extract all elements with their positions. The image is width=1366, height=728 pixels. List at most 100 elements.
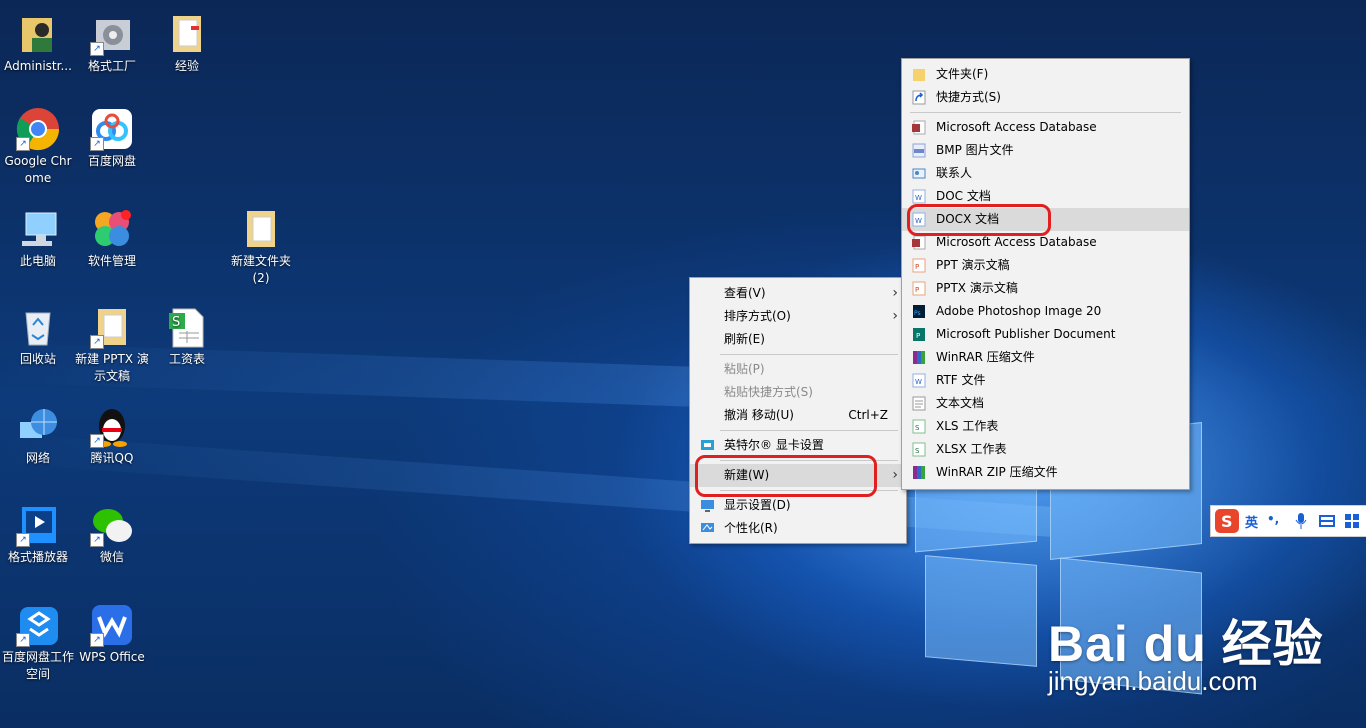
desktop-icon-baidu-netdisk[interactable]: ↗ 百度网盘	[75, 107, 149, 170]
submenu-item-access-database-2[interactable]: Microsoft Access Database	[902, 231, 1189, 254]
menu-item-view[interactable]: 查看(V) ›	[690, 282, 906, 305]
intel-graphics-icon	[701, 440, 714, 450]
desktop-icon-jingyan-folder[interactable]: 经验	[150, 12, 224, 75]
keyboard-icon[interactable]	[1319, 515, 1335, 527]
desktop-icon-format-factory[interactable]: ↗ 格式工厂	[75, 12, 149, 75]
wallpaper-logo-pane	[925, 555, 1037, 667]
chevron-right-icon: ›	[892, 285, 898, 301]
rtf-file-icon: W	[912, 373, 926, 388]
submenu-item-text[interactable]: 文本文档	[902, 392, 1189, 415]
new-submenu: 文件夹(F) 快捷方式(S) Microsoft Access Database…	[901, 58, 1190, 490]
network-globe-icon	[16, 404, 60, 448]
shortcut-arrow-icon: ↗	[16, 533, 30, 547]
pptx-file-icon: P	[912, 281, 926, 296]
winrar-zip-file-icon	[913, 466, 925, 479]
desktop-icon-wechat[interactable]: ↗ 微信	[75, 503, 149, 566]
svg-text:S: S	[915, 447, 920, 455]
desktop-icon-new-pptx[interactable]: ↗ 新建 PPTX 演示文稿	[75, 305, 149, 385]
menu-item-intel-graphics[interactable]: 英特尔® 显卡设置	[690, 434, 906, 457]
ime-language[interactable]: 英	[1245, 512, 1258, 531]
bmp-file-icon	[912, 143, 926, 158]
desktop-icon-new-folder-2[interactable]: 新建文件夹 (2)	[224, 207, 298, 287]
menu-item-refresh[interactable]: 刷新(E)	[690, 328, 906, 351]
svg-text:P: P	[916, 332, 920, 340]
qq-penguin-icon: ↗	[90, 404, 134, 448]
desktop-icon-format-player[interactable]: ↗ 格式播放器	[1, 503, 75, 566]
submenu-item-xlsx[interactable]: S XLSX 工作表	[902, 438, 1189, 461]
doc-file-icon: W	[912, 189, 926, 204]
desktop-context-menu: 查看(V) › 排序方式(O) › 刷新(E) 粘贴(P) 粘贴快捷方式(S) 撤消…	[689, 277, 907, 544]
desktop-icon-tencent-qq[interactable]: ↗ 腾讯QQ	[75, 404, 149, 467]
text-file-icon	[912, 396, 926, 411]
shortcut-arrow-icon: ↗	[90, 434, 104, 448]
menu-item-new[interactable]: 新建(W) ›	[690, 464, 906, 487]
xls-file-icon: S	[912, 419, 926, 434]
menu-separator	[720, 354, 898, 355]
docx-file-icon: W	[912, 212, 926, 227]
svg-text:W: W	[915, 378, 922, 386]
svg-text:P: P	[915, 286, 919, 294]
pptx-folder-icon: ↗	[90, 305, 134, 349]
desktop-icon-baidu-workspace[interactable]: ↗ 百度网盘工作空间	[1, 603, 75, 683]
submenu-item-photoshop[interactable]: Ps Adobe Photoshop Image 20	[902, 300, 1189, 323]
menu-item-paste-shortcut: 粘贴快捷方式(S)	[724, 385, 813, 399]
baidu-netdisk-icon: ↗	[90, 107, 134, 151]
desktop-icon-network[interactable]: 网络	[1, 404, 75, 467]
submenu-item-xls[interactable]: S XLS 工作表	[902, 415, 1189, 438]
folder-icon	[239, 207, 283, 251]
menu-item-sort-by[interactable]: 排序方式(O) ›	[690, 305, 906, 328]
access-file-icon	[912, 120, 926, 135]
desktop-icon-wps-office[interactable]: ↗ WPS Office	[75, 603, 149, 666]
submenu-item-shortcut[interactable]: 快捷方式(S)	[902, 86, 1189, 109]
shortcut-arrow-icon: ↗	[90, 335, 104, 349]
grid-menu-icon[interactable]	[1345, 514, 1359, 528]
submenu-item-doc[interactable]: W DOC 文档	[902, 185, 1189, 208]
submenu-item-rtf[interactable]: W RTF 文件	[902, 369, 1189, 392]
microphone-icon[interactable]	[1295, 513, 1307, 529]
user-folder-icon	[16, 12, 60, 56]
menu-separator	[720, 430, 898, 431]
desktop-icon-google-chrome[interactable]: ↗ Google Chrome	[1, 107, 75, 187]
punctuation-icon[interactable]: •,	[1267, 512, 1279, 526]
menu-separator	[910, 112, 1181, 113]
ime-toolbar[interactable]: S 英 •,	[1210, 505, 1366, 537]
submenu-item-contact[interactable]: 联系人	[902, 162, 1189, 185]
shortcut-arrow-icon: ↗	[16, 633, 30, 647]
desktop-icon-administrator[interactable]: Administr...	[1, 12, 75, 75]
folder-icon	[913, 69, 925, 81]
baidu-workspace-icon: ↗	[16, 603, 60, 647]
video-player-icon: ↗	[16, 503, 60, 547]
xlsx-file-icon: S	[912, 442, 926, 457]
publisher-file-icon: P	[913, 328, 925, 341]
winrar-file-icon	[913, 351, 925, 364]
desktop-icon-salary-sheet[interactable]: S 工资表	[150, 305, 224, 368]
submenu-item-winrar[interactable]: WinRAR 压缩文件	[902, 346, 1189, 369]
personalize-icon	[701, 523, 714, 532]
desktop[interactable]: Administr... ↗ Google Chrome 此电脑 回收站 网络 …	[0, 0, 1366, 728]
submenu-item-pptx[interactable]: P PPTX 演示文稿	[902, 277, 1189, 300]
wechat-icon: ↗	[90, 503, 134, 547]
desktop-icon-this-pc[interactable]: 此电脑	[1, 207, 75, 270]
submenu-item-bmp[interactable]: BMP 图片文件	[902, 139, 1189, 162]
submenu-item-docx[interactable]: W DOCX 文档	[902, 208, 1189, 231]
submenu-item-publisher[interactable]: P Microsoft Publisher Document	[902, 323, 1189, 346]
computer-icon	[16, 207, 60, 251]
wps-office-icon: ↗	[90, 603, 134, 647]
menu-item-undo-move[interactable]: 撤消 移动(U) Ctrl+Z	[690, 404, 906, 427]
software-manager-icon	[90, 207, 134, 251]
svg-text:W: W	[915, 217, 922, 225]
photoshop-file-icon: Ps	[913, 305, 925, 318]
menu-separator	[720, 460, 898, 461]
submenu-item-winrar-zip[interactable]: WinRAR ZIP 压缩文件	[902, 461, 1189, 484]
desktop-icon-recycle-bin[interactable]: 回收站	[1, 305, 75, 368]
display-icon	[701, 500, 714, 512]
submenu-item-ppt[interactable]: P PPT 演示文稿	[902, 254, 1189, 277]
desktop-icon-software-manager[interactable]: 软件管理	[75, 207, 149, 270]
svg-text:W: W	[915, 194, 922, 202]
submenu-item-access-database[interactable]: Microsoft Access Database	[902, 116, 1189, 139]
submenu-item-folder[interactable]: 文件夹(F)	[902, 63, 1189, 86]
svg-text:S: S	[172, 315, 180, 330]
menu-item-personalize[interactable]: 个性化(R)	[690, 517, 906, 540]
shortcut-arrow-icon: ↗	[90, 533, 104, 547]
menu-item-display-settings[interactable]: 显示设置(D)	[690, 494, 906, 517]
